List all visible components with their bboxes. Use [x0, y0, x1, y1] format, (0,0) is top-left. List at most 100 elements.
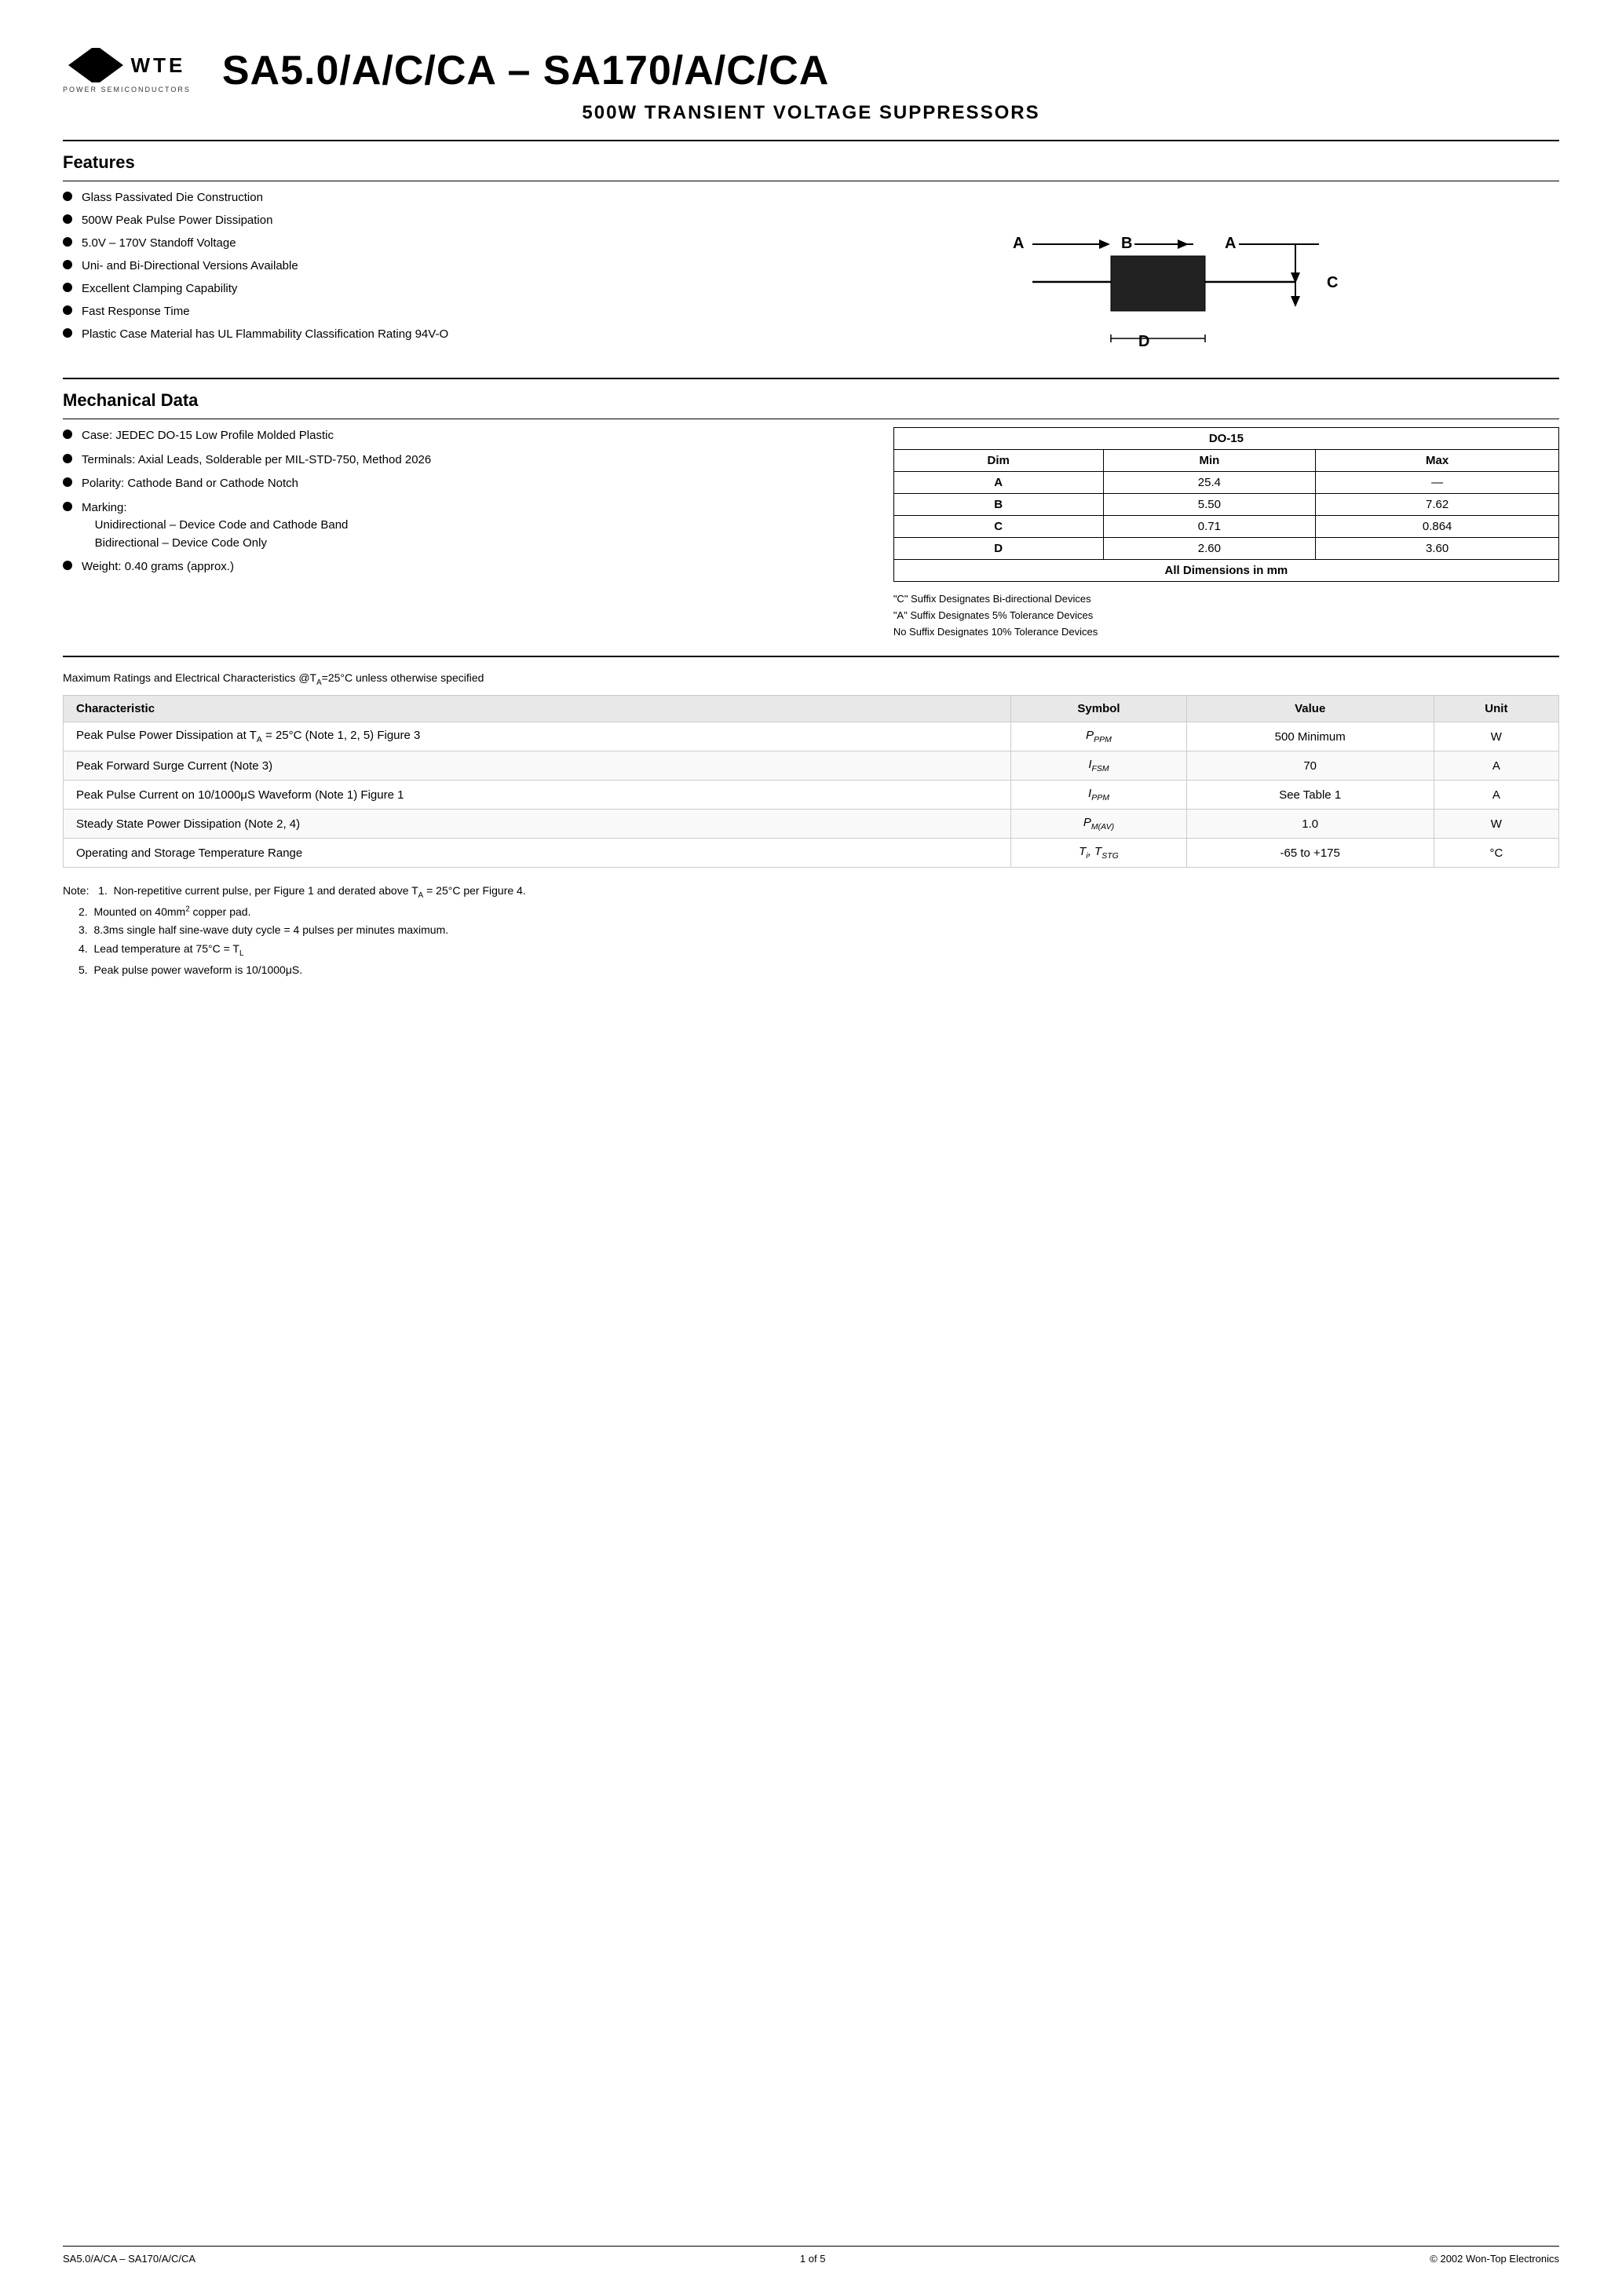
bullet-1	[63, 192, 72, 201]
col-min: Min	[1103, 450, 1316, 472]
mech-item-4: Marking: Unidirectional – Device Code an…	[63, 499, 862, 553]
subtitle: 500W TRANSIENT VOLTAGE SUPPRESSORS	[63, 102, 1559, 124]
dim-table-wrap: DO-15 Dim Min Max A 25.4 — B 5.50 7.62	[893, 427, 1559, 640]
feature-item-7: Plastic Case Material has UL Flammabilit…	[63, 326, 795, 342]
rating-char-5: Operating and Storage Temperature Range	[64, 839, 1011, 868]
dim-a-label: A	[893, 472, 1103, 494]
dim-a-max: —	[1316, 472, 1559, 494]
dim-row-a: A 25.4 —	[893, 472, 1558, 494]
note-2: 2. Mounted on 40mm2 copper pad.	[79, 903, 1559, 922]
suffix-note-2: "A" Suffix Designates 5% Tolerance Devic…	[893, 608, 1559, 624]
mech-list: Case: JEDEC DO-15 Low Profile Molded Pla…	[63, 427, 862, 640]
ratings-table-head: Characteristic Symbol Value Unit	[64, 696, 1559, 722]
notes-section: Note: 1. Non-repetitive current pulse, p…	[63, 882, 1559, 979]
rating-symbol-3: IPPM	[1011, 781, 1186, 810]
mech-item-5: Weight: 0.40 grams (approx.)	[63, 558, 862, 576]
mech-item-1: Case: JEDEC DO-15 Low Profile Molded Pla…	[63, 427, 862, 445]
wte-logo: WTE POWER SEMICONDUCTORS	[63, 48, 191, 93]
ratings-header-row: Characteristic Symbol Value Unit	[64, 696, 1559, 722]
features-columns: Glass Passivated Die Construction 500W P…	[63, 189, 1559, 362]
rating-unit-4: W	[1434, 810, 1558, 839]
dim-b-max: 7.62	[1316, 494, 1559, 516]
features-section: Features Glass Passivated Die Constructi…	[63, 152, 1559, 362]
mech-columns: Case: JEDEC DO-15 Low Profile Molded Pla…	[63, 427, 1559, 640]
ratings-table-body: Peak Pulse Power Dissipation at TA = 25°…	[64, 722, 1559, 868]
col-unit: Unit	[1434, 696, 1558, 722]
dim-footer: All Dimensions in mm	[893, 560, 1558, 582]
rating-row-1: Peak Pulse Power Dissipation at TA = 25°…	[64, 722, 1559, 751]
suffix-notes: "C" Suffix Designates Bi-directional Dev…	[893, 591, 1559, 640]
rating-unit-3: A	[1434, 781, 1558, 810]
rating-unit-1: W	[1434, 722, 1558, 751]
feature-item-2: 500W Peak Pulse Power Dissipation	[63, 212, 795, 229]
feature-item-6: Fast Response Time	[63, 303, 795, 320]
dim-d-label: D	[893, 538, 1103, 560]
logo-arrow-left	[68, 48, 92, 82]
logo-arrow-right	[100, 48, 123, 82]
footer-center: 1 of 5	[800, 2253, 826, 2265]
mech-bullet-2	[63, 454, 72, 463]
rating-row-3: Peak Pulse Current on 10/1000μS Waveform…	[64, 781, 1559, 810]
header-divider	[63, 140, 1559, 141]
rating-row-5: Operating and Storage Temperature Range …	[64, 839, 1559, 868]
bullet-3	[63, 237, 72, 247]
dim-c-label: C	[893, 516, 1103, 538]
notes-label: Note:	[63, 884, 95, 897]
mechanical-section: Mechanical Data Case: JEDEC DO-15 Low Pr…	[63, 390, 1559, 640]
dim-row-d: D 2.60 3.60	[893, 538, 1558, 560]
svg-text:C: C	[1327, 274, 1338, 291]
dim-table-title: DO-15	[893, 428, 1558, 450]
dim-row-b: B 5.50 7.62	[893, 494, 1558, 516]
col-max: Max	[1316, 450, 1559, 472]
rating-row-2: Peak Forward Surge Current (Note 3) IFSM…	[64, 751, 1559, 781]
dim-c-max: 0.864	[1316, 516, 1559, 538]
feature-item-5: Excellent Clamping Capability	[63, 280, 795, 297]
rating-value-1: 500 Minimum	[1186, 722, 1434, 751]
logo-subtitle: POWER SEMICONDUCTORS	[63, 86, 191, 93]
rating-symbol-4: PM(AV)	[1011, 810, 1186, 839]
bullet-2	[63, 214, 72, 224]
rating-char-3: Peak Pulse Current on 10/1000μS Waveform…	[64, 781, 1011, 810]
dim-row-c: C 0.71 0.864	[893, 516, 1558, 538]
rating-symbol-5: Ti, TSTG	[1011, 839, 1186, 868]
max-ratings-condition: @TA=25°C unless otherwise specified	[298, 671, 484, 684]
rating-char-4: Steady State Power Dissipation (Note 2, …	[64, 810, 1011, 839]
mech-item-2: Terminals: Axial Leads, Solderable per M…	[63, 452, 862, 470]
mech-title: Mechanical Data	[63, 390, 1559, 411]
col-value: Value	[1186, 696, 1434, 722]
page-footer: SA5.0/A/CA – SA170/A/C/CA 1 of 5 © 2002 …	[63, 2246, 1559, 2265]
footer-left: SA5.0/A/CA – SA170/A/C/CA	[63, 2253, 195, 2265]
rating-unit-2: A	[1434, 751, 1558, 781]
rating-value-4: 1.0	[1186, 810, 1434, 839]
dim-footer-row: All Dimensions in mm	[893, 560, 1558, 582]
bullet-7	[63, 328, 72, 338]
svg-text:D: D	[1138, 333, 1149, 350]
suffix-note-3: No Suffix Designates 10% Tolerance Devic…	[893, 624, 1559, 641]
main-title: SA5.0/A/C/CA – SA170/A/C/CA	[222, 47, 1559, 94]
feature-item-3: 5.0V – 170V Standoff Voltage	[63, 235, 795, 251]
mech-item-3: Polarity: Cathode Band or Cathode Notch	[63, 475, 862, 493]
bullet-6	[63, 305, 72, 315]
ratings-table: Characteristic Symbol Value Unit Peak Pu…	[63, 695, 1559, 868]
mech-bullet-3	[63, 477, 72, 487]
dim-d-min: 2.60	[1103, 538, 1316, 560]
rating-char-1: Peak Pulse Power Dissipation at TA = 25°…	[64, 722, 1011, 751]
logo-symbol: WTE	[68, 48, 186, 82]
logo-wte-text: WTE	[131, 53, 186, 78]
col-characteristic: Characteristic	[64, 696, 1011, 722]
feature-item-1: Glass Passivated Die Construction	[63, 189, 795, 206]
ratings-divider	[63, 656, 1559, 657]
note-5: 5. Peak pulse power waveform is 10/1000μ…	[79, 961, 1559, 980]
note-4: 4. Lead temperature at 75°C = TL	[79, 940, 1559, 960]
features-title: Features	[63, 152, 1559, 173]
dim-d-max: 3.60	[1316, 538, 1559, 560]
rating-char-2: Peak Forward Surge Current (Note 3)	[64, 751, 1011, 781]
rating-value-5: -65 to +175	[1186, 839, 1434, 868]
note-1: 1. Non-repetitive current pulse, per Fig…	[98, 884, 526, 897]
feature-item-4: Uni- and Bi-Directional Versions Availab…	[63, 258, 795, 274]
svg-text:B: B	[1121, 235, 1132, 252]
dim-table-title-row: DO-15	[893, 428, 1558, 450]
svg-text:A: A	[1013, 235, 1024, 252]
note-3: 3. 8.3ms single half sine-wave duty cycl…	[79, 921, 1559, 940]
bullet-4	[63, 260, 72, 269]
